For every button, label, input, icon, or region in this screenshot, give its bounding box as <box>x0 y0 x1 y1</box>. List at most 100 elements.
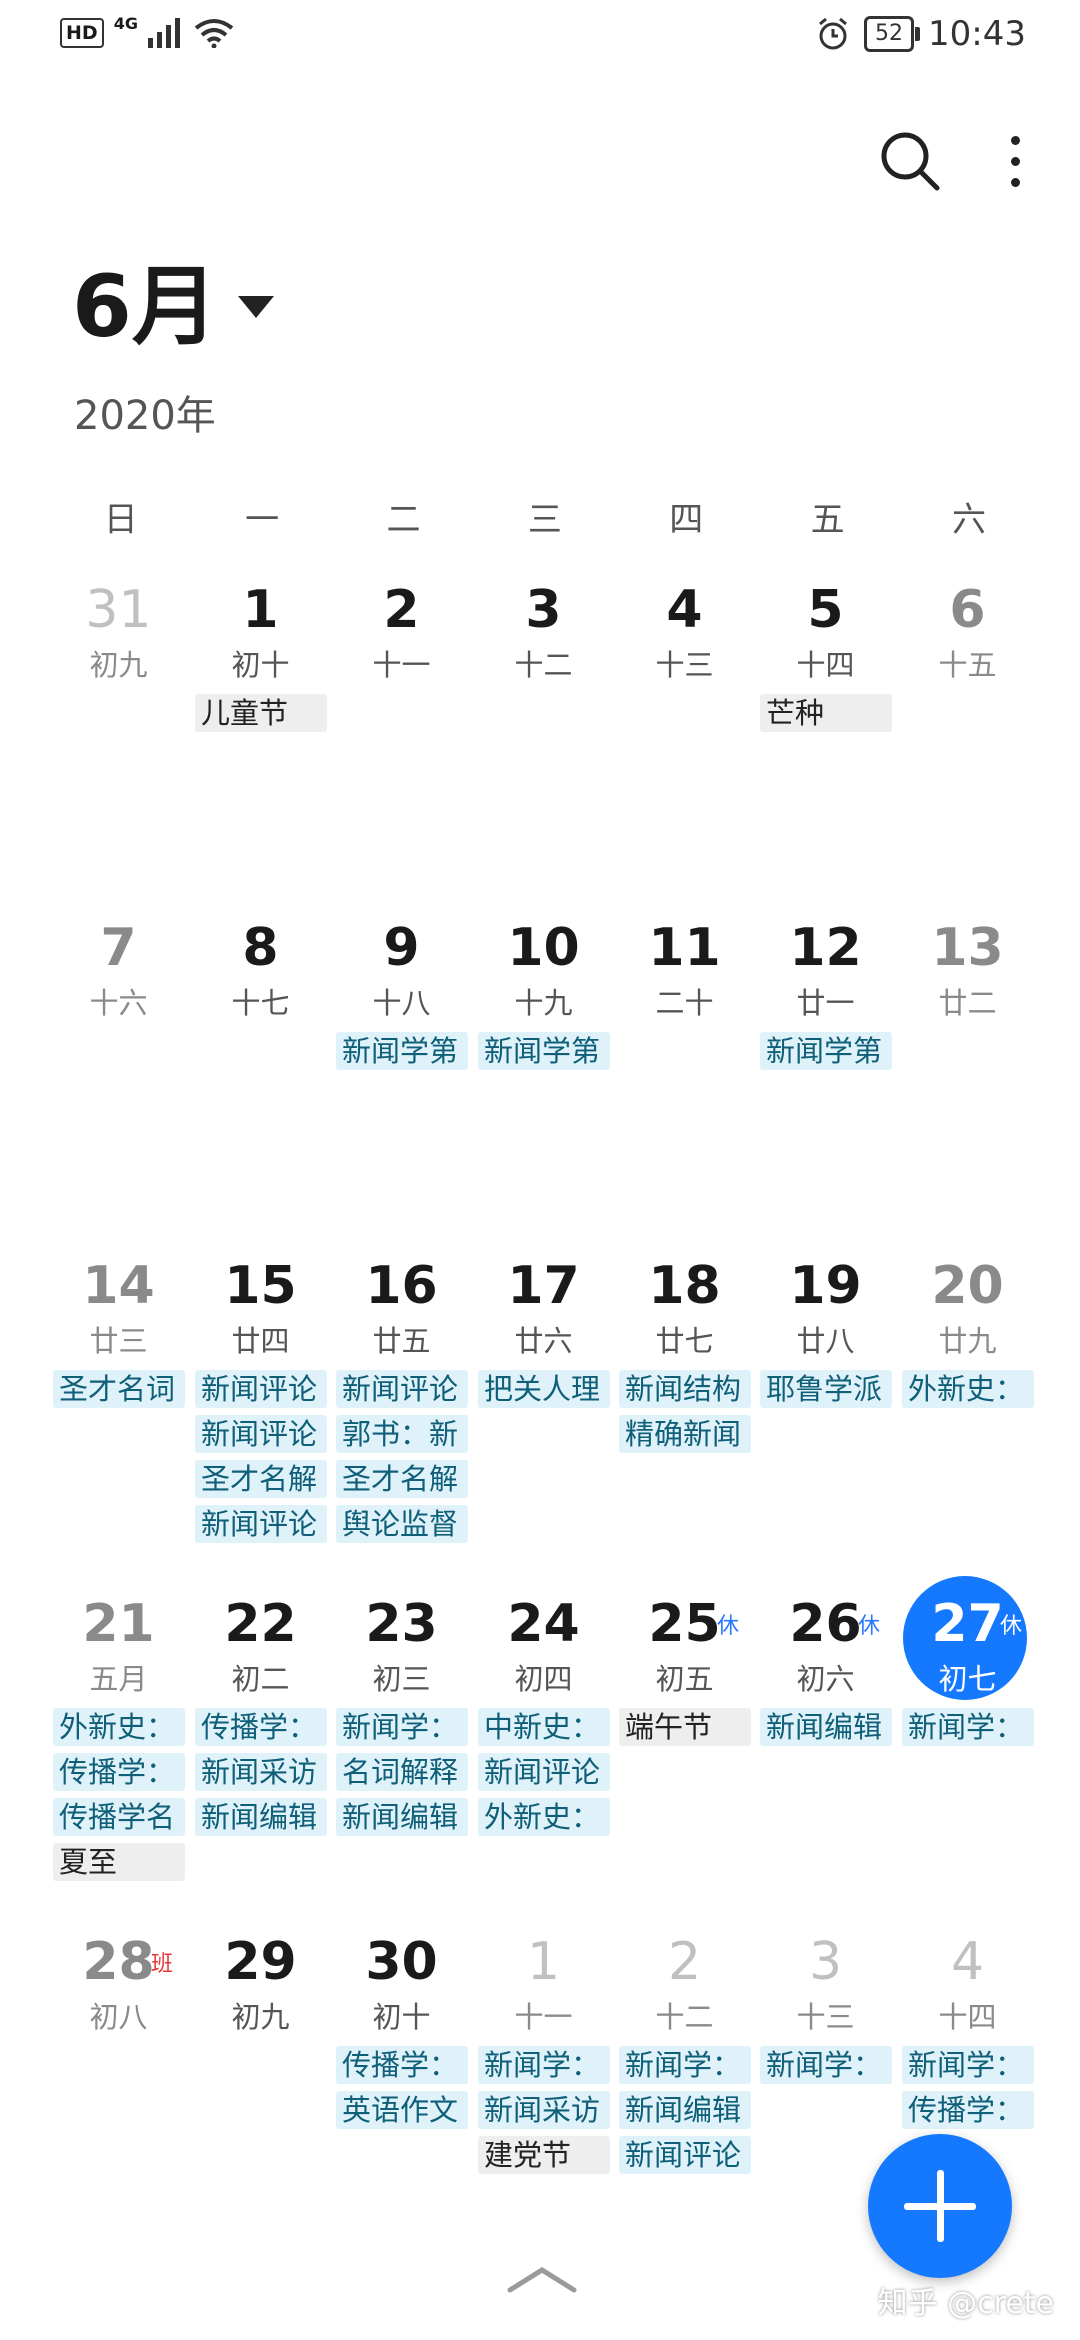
lunar-date: 十五 <box>938 648 997 682</box>
more-options-icon[interactable] <box>1011 135 1020 187</box>
event-chip[interactable]: 新闻评论 <box>195 1505 327 1543</box>
weekday-label: 四 <box>669 500 704 540</box>
event-chip[interactable]: 新闻采访 <box>478 2091 610 2129</box>
lunar-date: 初十 <box>231 648 290 682</box>
dropdown-arrow-icon[interactable] <box>238 296 274 318</box>
event-chip[interactable]: 名词解释 <box>336 1753 468 1791</box>
lunar-date: 廿四 <box>231 1324 290 1358</box>
event-chip[interactable]: 传播学： <box>53 1753 185 1791</box>
holiday-chip[interactable]: 芒种 <box>760 694 892 732</box>
weekday-label: 日 <box>103 500 138 540</box>
event-chip[interactable]: 外新史： <box>902 1370 1034 1408</box>
lunar-date: 初七 <box>938 1662 997 1696</box>
day-number: 10 <box>507 918 580 978</box>
holiday-chip[interactable]: 夏至 <box>53 1843 185 1881</box>
lunar-date: 廿一 <box>796 986 855 1020</box>
event-chip[interactable]: 新闻评论 <box>336 1370 468 1408</box>
lunar-date: 十八 <box>372 986 431 1020</box>
lunar-date: 十四 <box>796 648 855 682</box>
search-icon[interactable] <box>879 130 941 192</box>
lunar-date: 初六 <box>796 1662 855 1696</box>
event-chip[interactable]: 新闻学： <box>902 1708 1034 1746</box>
event-chip[interactable]: 耶鲁学派 <box>760 1370 892 1408</box>
weekday-label: 五 <box>810 500 845 540</box>
event-chip[interactable]: 新闻采访 <box>195 1753 327 1791</box>
day-number: 4 <box>666 580 703 640</box>
day-number: 14 <box>82 1256 155 1316</box>
holiday-chip[interactable]: 儿童节 <box>195 694 327 732</box>
lunar-date: 十三 <box>796 2000 855 2034</box>
holiday-chip[interactable]: 端午节 <box>619 1708 751 1746</box>
lunar-date: 廿八 <box>796 1324 855 1358</box>
day-number: 1 <box>242 580 279 640</box>
holiday-badge: 休 <box>1000 1614 1023 1639</box>
lunar-date: 十二 <box>514 648 573 682</box>
status-bar: HD 4G 52 10:43 <box>0 0 1080 80</box>
event-chip[interactable]: 新闻编辑 <box>760 1708 892 1746</box>
battery-icon: 52 <box>864 16 921 52</box>
holiday-chip[interactable]: 建党节 <box>478 2136 610 2174</box>
event-chip[interactable]: 传播学： <box>336 2046 468 2084</box>
event-chip[interactable]: 圣才名词 <box>53 1370 185 1408</box>
event-chip[interactable]: 新闻编辑 <box>619 2091 751 2129</box>
lunar-date: 初五 <box>655 1662 714 1696</box>
event-chip[interactable]: 新闻编辑 <box>195 1798 327 1836</box>
event-chip[interactable]: 中新史： <box>478 1708 610 1746</box>
event-chip[interactable]: 把关人理 <box>478 1370 610 1408</box>
lunar-date: 十三 <box>655 648 714 682</box>
day-number: 19 <box>789 1256 862 1316</box>
day-number: 13 <box>931 918 1004 978</box>
event-chip[interactable]: 英语作文 <box>336 2091 468 2129</box>
day-number: 31 <box>85 580 152 640</box>
signal-icon <box>147 18 180 48</box>
lunar-date: 廿六 <box>514 1324 573 1358</box>
event-chip[interactable]: 传播学名 <box>53 1798 185 1836</box>
event-chip[interactable]: 新闻学： <box>619 2046 751 2084</box>
month-selector[interactable]: 6月 <box>72 262 218 352</box>
event-chip[interactable]: 新闻学第 <box>478 1032 610 1070</box>
watermark: 知乎 @crete <box>877 2286 1054 2321</box>
lunar-date: 十六 <box>89 986 148 1020</box>
event-chip[interactable]: 新闻学第 <box>336 1032 468 1070</box>
event-chip[interactable]: 舆论监督 <box>336 1505 468 1543</box>
chevron-up-icon[interactable] <box>506 2264 578 2294</box>
event-chip[interactable]: 新闻评论 <box>195 1370 327 1408</box>
lunar-date: 十七 <box>231 986 290 1020</box>
workday-badge: 班 <box>151 1952 174 1977</box>
day-number: 9 <box>383 918 420 978</box>
event-chip[interactable]: 新闻评论 <box>619 2136 751 2174</box>
event-chip[interactable]: 外新史： <box>478 1798 610 1836</box>
weekday-label: 一 <box>245 500 280 540</box>
event-chip[interactable]: 新闻学： <box>760 2046 892 2084</box>
event-chip[interactable]: 新闻学： <box>478 2046 610 2084</box>
alarm-icon <box>819 17 847 50</box>
event-chip[interactable]: 郭书：新 <box>336 1415 468 1453</box>
weekday-label: 二 <box>386 500 421 540</box>
event-chip[interactable]: 圣才名解 <box>195 1460 327 1498</box>
day-number: 23 <box>365 1594 438 1654</box>
lunar-date: 廿九 <box>938 1324 997 1358</box>
event-chip[interactable]: 精确新闻 <box>619 1415 751 1453</box>
lunar-date: 十九 <box>514 986 573 1020</box>
event-chip[interactable]: 新闻学： <box>902 2046 1034 2084</box>
lunar-date: 廿二 <box>938 986 997 1020</box>
event-chip[interactable]: 新闻编辑 <box>336 1798 468 1836</box>
lunar-date: 初八 <box>89 2000 148 2034</box>
event-chip[interactable]: 圣才名解 <box>336 1460 468 1498</box>
event-chip[interactable]: 新闻学： <box>336 1708 468 1746</box>
event-chip[interactable]: 新闻评论 <box>478 1753 610 1791</box>
add-event-button[interactable] <box>868 2134 1012 2278</box>
toolbar <box>879 130 1020 192</box>
lunar-date: 五月 <box>89 1662 148 1696</box>
event-chip[interactable]: 传播学： <box>195 1708 327 1746</box>
event-chip[interactable]: 新闻结构 <box>619 1370 751 1408</box>
lunar-date: 初三 <box>372 1662 431 1696</box>
wifi-icon <box>194 19 234 48</box>
event-chip[interactable]: 新闻学第 <box>760 1032 892 1070</box>
event-chip[interactable]: 新闻评论 <box>195 1415 327 1453</box>
event-chip[interactable]: 传播学： <box>902 2091 1034 2129</box>
day-number: 15 <box>224 1256 297 1316</box>
clock: 10:43 <box>928 14 1026 54</box>
weekday-label: 六 <box>952 500 987 540</box>
event-chip[interactable]: 外新史： <box>53 1708 185 1746</box>
